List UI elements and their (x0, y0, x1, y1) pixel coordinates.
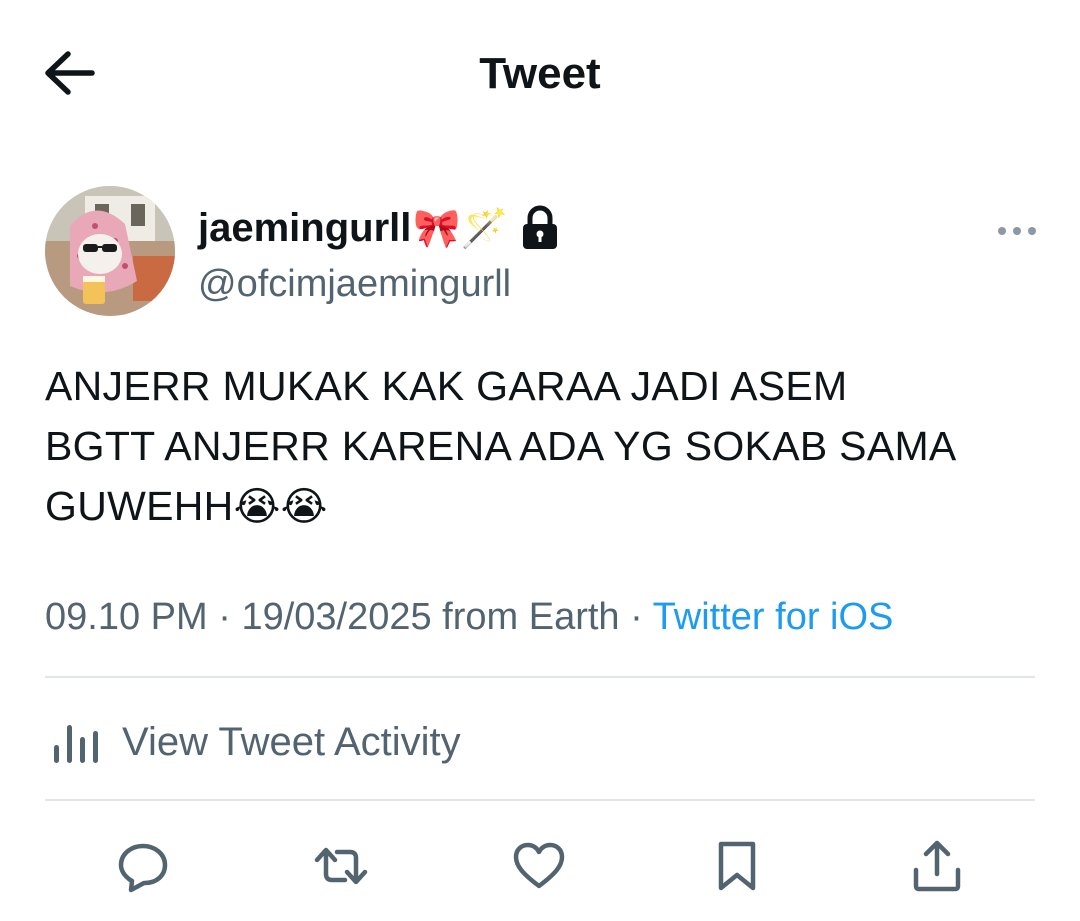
divider (45, 799, 1035, 801)
tweet-date-location: 19/03/2025 from Earth (241, 596, 620, 638)
like-button[interactable] (509, 836, 569, 896)
more-horizontal-icon (998, 227, 1036, 235)
bar-chart-icon (54, 725, 98, 763)
retweet-button[interactable] (311, 836, 371, 896)
tweet-time: 09.10 PM (45, 596, 208, 638)
divider (45, 676, 1035, 678)
author-handle[interactable]: @ofcimjaemingurll (198, 260, 511, 308)
name-emojis: 🎀🪄 (413, 206, 509, 250)
lock-icon (520, 205, 560, 251)
heart-icon (513, 842, 565, 889)
tweet-text: ANJERR MUKAK KAK GARAA JADI ASEM BGTT AN… (45, 356, 1045, 537)
display-name: jaemingurll (198, 206, 412, 250)
meta-separator: · (630, 596, 643, 638)
reply-button[interactable] (113, 836, 173, 896)
meta-separator: · (218, 596, 231, 638)
view-tweet-activity-button[interactable]: View Tweet Activity (50, 710, 461, 774)
tweet-text-line: ANJERR MUKAK KAK GARAA JADI ASEM (45, 363, 848, 409)
tweet-meta: 09.10 PM · 19/03/2025 from Earth · Twitt… (45, 592, 893, 642)
author-name-row[interactable]: jaemingurll 🎀🪄 (198, 200, 560, 256)
tweet-text-line: BGTT ANJERR KARENA ADA YG SOKAB SAMA (45, 423, 957, 469)
share-icon (913, 840, 961, 892)
avatar-image (45, 186, 175, 316)
tweet-source-link[interactable]: Twitter for iOS (653, 596, 894, 638)
bookmark-button[interactable] (707, 836, 767, 896)
tweet-text-line: GUWEHH😭😭 (45, 476, 1045, 537)
crying-emojis: 😭😭 (233, 484, 328, 530)
share-button[interactable] (907, 836, 967, 896)
bookmark-icon (718, 841, 756, 891)
view-tweet-activity-label: View Tweet Activity (122, 720, 461, 764)
avatar[interactable] (45, 186, 175, 316)
tweet-text-line-3: GUWEHH (45, 483, 234, 529)
retweet-icon (314, 847, 368, 885)
more-options-button[interactable] (996, 218, 1038, 244)
reply-icon (118, 843, 168, 893)
page-title: Tweet (479, 49, 601, 98)
